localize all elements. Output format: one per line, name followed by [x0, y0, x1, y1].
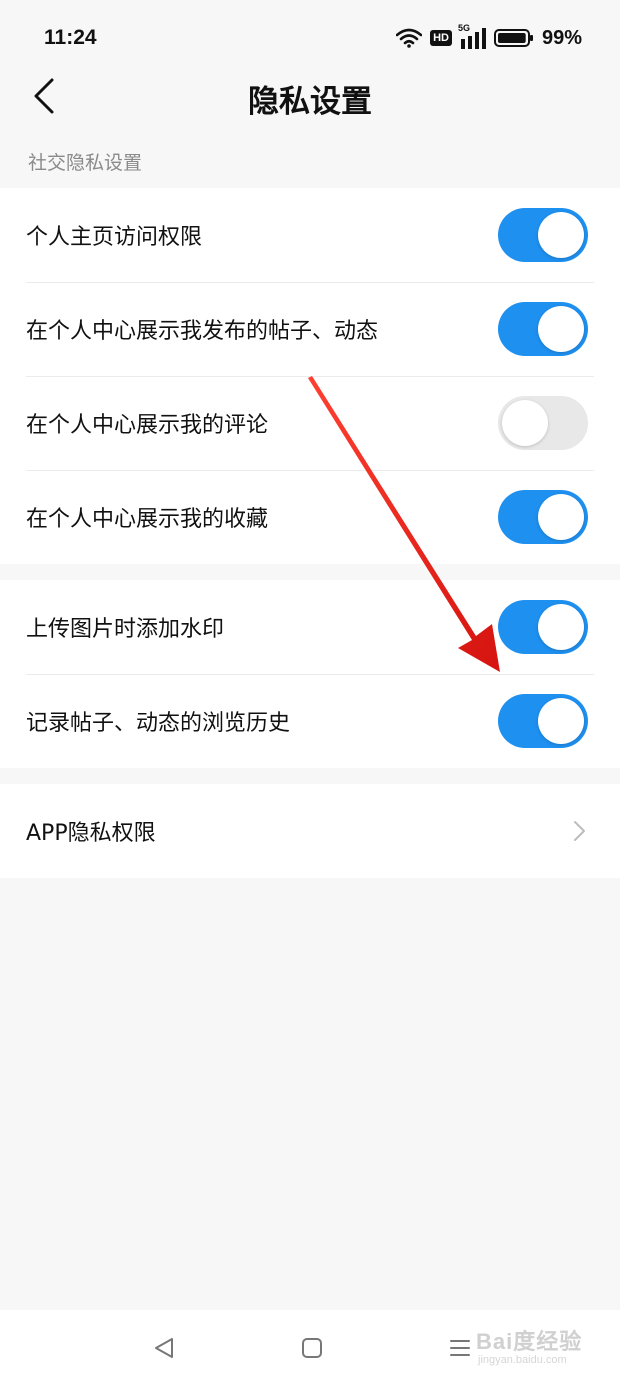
- setting-row-browse-history[interactable]: 记录帖子、动态的浏览历史: [0, 674, 620, 768]
- app-privacy-permissions-row[interactable]: APP隐私权限: [0, 784, 620, 878]
- setting-label: 上传图片时添加水印: [26, 617, 225, 642]
- app-permissions-group: APP隐私权限: [0, 784, 620, 878]
- cellular-signal-icon: 5G: [458, 23, 486, 49]
- setting-row-profile-access[interactable]: 个人主页访问权限: [0, 188, 620, 282]
- toggle-knob: [538, 306, 584, 352]
- setting-row-show-posts[interactable]: 在个人中心展示我发布的帖子、动态: [0, 282, 620, 376]
- toggle-knob: [538, 212, 584, 258]
- status-icons: HD 5G 99%: [396, 23, 582, 50]
- toggle-switch[interactable]: [498, 694, 588, 748]
- baidu-jingyan-watermark: Bai度经验: [476, 1329, 583, 1354]
- setting-label: 在个人中心展示我发布的帖子、动态: [26, 319, 379, 344]
- back-triangle-icon: [155, 1338, 173, 1358]
- chevron-right-icon: [574, 821, 585, 841]
- header: 隐私设置: [0, 60, 620, 132]
- battery-icon: [493, 29, 533, 47]
- network-type-label: 5G: [457, 23, 470, 33]
- nav-back-button[interactable]: [144, 1328, 184, 1368]
- toggle-knob: [502, 400, 548, 446]
- setting-row-watermark[interactable]: 上传图片时添加水印: [0, 580, 620, 674]
- setting-label: 记录帖子、动态的浏览历史: [26, 711, 291, 736]
- setting-label: 在个人中心展示我的收藏: [26, 507, 269, 532]
- toggle-switch[interactable]: [498, 396, 588, 450]
- toggle-knob: [538, 494, 584, 540]
- battery-percent: 99%: [541, 26, 582, 49]
- section-label-social: 社交隐私设置: [28, 152, 143, 174]
- page-title: 隐私设置: [248, 84, 372, 120]
- toggle-knob: [538, 698, 584, 744]
- toggle-switch[interactable]: [498, 490, 588, 544]
- home-square-icon: [302, 1338, 322, 1358]
- app-privacy-label: APP隐私权限: [26, 821, 156, 846]
- toggle-switch[interactable]: [498, 600, 588, 654]
- setting-row-show-favorites[interactable]: 在个人中心展示我的收藏: [0, 470, 620, 564]
- nav-menu-button[interactable]: [440, 1328, 480, 1368]
- setting-label: 在个人中心展示我的评论: [26, 413, 269, 438]
- status-time: 11:24: [44, 26, 97, 49]
- other-settings-group: 上传图片时添加水印 记录帖子、动态的浏览历史: [0, 580, 620, 768]
- watermark-url: jingyan.baidu.com: [478, 1354, 567, 1366]
- toggle-switch[interactable]: [498, 302, 588, 356]
- social-settings-group: 个人主页访问权限 在个人中心展示我发布的帖子、动态 在个人中心展示我的评论 在个…: [0, 188, 620, 564]
- toggle-switch[interactable]: [498, 208, 588, 262]
- hd-badge: HD: [430, 30, 452, 46]
- menu-lines-icon: [450, 1340, 470, 1356]
- setting-row-show-comments[interactable]: 在个人中心展示我的评论: [0, 376, 620, 470]
- wifi-icon: [396, 28, 423, 48]
- setting-label: 个人主页访问权限: [26, 225, 203, 250]
- toggle-knob: [538, 604, 584, 650]
- nav-home-button[interactable]: [292, 1328, 332, 1368]
